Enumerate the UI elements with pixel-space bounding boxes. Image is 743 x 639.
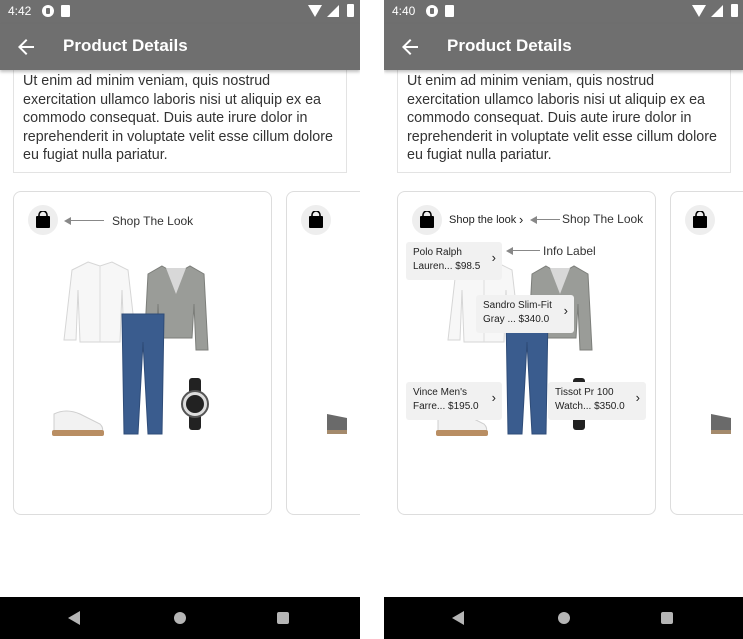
nav-home-icon[interactable] (558, 612, 570, 624)
back-arrow-icon[interactable] (398, 35, 422, 59)
chevron-right-icon: › (563, 303, 568, 318)
shop-the-look-link[interactable]: Shop the look (449, 214, 516, 226)
app-bar: Product Details (0, 24, 360, 70)
info-label-sandro[interactable]: Sandro Slim-Fit Gray ... $340.0 › (476, 295, 574, 333)
product-description: Ut enim ad minim veniam, quis nostrud ex… (407, 73, 717, 163)
info-label-title: Tissot Pr 100 (555, 387, 614, 398)
status-time: 4:42 (8, 4, 32, 18)
annotation-arrow-icon (64, 217, 71, 225)
nav-recents-icon[interactable] (661, 612, 673, 624)
notification-icon (42, 5, 54, 17)
info-label-price: Watch... $350.0 (555, 401, 625, 412)
info-label-price: Gray ... $340.0 (483, 314, 550, 325)
phone-screen-left: 4:42 Product Details Ut enim ad minim ve… (0, 0, 360, 639)
nav-recents-icon[interactable] (277, 612, 289, 624)
chevron-right-icon[interactable]: › (519, 212, 523, 227)
notification-icon (426, 5, 438, 17)
info-label-title: Sandro Slim-Fit (483, 300, 552, 311)
annotation-line (70, 220, 104, 221)
shop-the-look-card-next[interactable] (670, 191, 743, 515)
page-title: Product Details (63, 36, 188, 55)
annotation-shop-the-look: Shop The Look (112, 214, 194, 228)
annotation-info-label: Info Label (543, 244, 596, 258)
nav-home-icon[interactable] (174, 612, 186, 624)
description-box: Ut enim ad minim veniam, quis nostrud ex… (13, 62, 347, 173)
system-nav-bar (384, 597, 743, 639)
nav-back-icon[interactable] (68, 611, 80, 625)
shopping-bag-icon[interactable] (412, 205, 442, 235)
chevron-right-icon: › (491, 250, 496, 265)
back-arrow-icon[interactable] (14, 35, 38, 59)
sd-card-icon (61, 5, 70, 17)
battery-icon (731, 4, 738, 17)
phone-screen-right: 4:40 Product Details Ut enim ad minim ve… (384, 0, 743, 639)
wifi-icon (692, 5, 706, 17)
shopping-bag-icon[interactable] (301, 205, 331, 235)
shopping-bag-icon[interactable] (28, 205, 58, 235)
info-label-price: Lauren... $98.5 (413, 261, 481, 272)
info-label-tissot[interactable]: Tissot Pr 100 Watch... $350.0 › (548, 382, 646, 420)
annotation-line (512, 250, 540, 251)
chevron-right-icon: › (635, 390, 640, 405)
status-time: 4:40 (392, 4, 416, 18)
sneaker-image (327, 414, 347, 434)
product-description: Ut enim ad minim veniam, quis nostrud ex… (23, 73, 333, 163)
shop-the-look-card[interactable]: Shop The Look (13, 191, 272, 515)
annotation-line (536, 219, 560, 220)
sd-card-icon (445, 5, 454, 17)
shop-the-look-card-next[interactable] (286, 191, 360, 515)
info-label-price: Farre... $195.0 (413, 401, 479, 412)
info-label-title: Polo Ralph (413, 247, 462, 258)
info-label-title: Vince Men's (413, 387, 467, 398)
watch-image (181, 378, 209, 430)
status-bar: 4:40 (384, 0, 743, 24)
wifi-icon (308, 5, 322, 17)
shopping-bag-icon[interactable] (685, 205, 715, 235)
shop-the-look-card[interactable]: Shop the look › Shop The Look Info Label (397, 191, 656, 515)
system-nav-bar (0, 597, 360, 639)
page-title: Product Details (447, 36, 572, 55)
info-label-vince[interactable]: Vince Men's Farre... $195.0 › (406, 382, 502, 420)
nav-back-icon[interactable] (452, 611, 464, 625)
app-bar: Product Details (384, 24, 743, 70)
description-box: Ut enim ad minim veniam, quis nostrud ex… (397, 62, 731, 173)
annotation-arrow-icon (530, 216, 537, 224)
signal-icon (711, 5, 723, 17)
annotation-arrow-icon (506, 247, 513, 255)
annotation-shop-the-look: Shop The Look (562, 212, 644, 226)
sneaker-image (52, 410, 104, 436)
status-bar: 4:42 (0, 0, 360, 24)
signal-icon (327, 5, 339, 17)
sneaker-image (711, 414, 731, 434)
chevron-right-icon: › (491, 390, 496, 405)
info-label-polo[interactable]: Polo Ralph Lauren... $98.5 › (406, 242, 502, 280)
battery-icon (347, 4, 354, 17)
jeans-image (121, 313, 165, 435)
